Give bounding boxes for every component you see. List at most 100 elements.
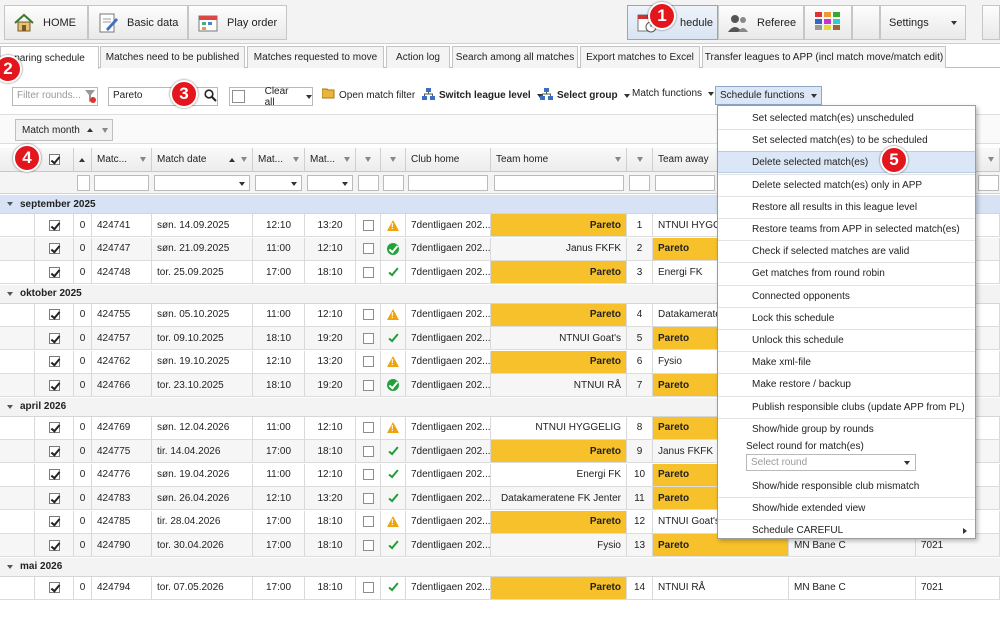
filter-icon[interactable] xyxy=(293,157,299,162)
row-checkbox[interactable] xyxy=(48,266,60,278)
select-group-button[interactable]: Select group xyxy=(540,88,630,103)
filter-icon[interactable] xyxy=(988,157,994,162)
tab-matches-need-publish[interactable]: Matches need to be published xyxy=(100,46,245,68)
menu-item[interactable]: Schedule CAREFUL xyxy=(718,519,975,541)
filter-cell[interactable] xyxy=(494,175,624,191)
menu-item[interactable]: Restore teams from APP in selected match… xyxy=(718,218,975,240)
row-checkbox[interactable] xyxy=(48,469,60,480)
referee-button[interactable]: Referee xyxy=(718,5,804,40)
filter-cell[interactable] xyxy=(358,175,379,191)
menu-item[interactable]: Show/hide group by rounds xyxy=(718,417,975,440)
tab-transfer-leagues[interactable]: Transfer leagues to APP (incl match move… xyxy=(702,46,946,68)
menu-item[interactable]: Get matches from round robin xyxy=(718,262,975,284)
row-checkbox[interactable] xyxy=(48,219,60,231)
menu-item[interactable]: Make xml-file xyxy=(718,351,975,373)
filter-icon[interactable] xyxy=(140,157,146,162)
overflow-button[interactable] xyxy=(982,5,1000,40)
header-status[interactable] xyxy=(381,148,406,171)
filter-icon[interactable] xyxy=(615,157,621,162)
filter-cell[interactable] xyxy=(408,175,488,191)
schedule-functions-button[interactable]: Schedule functions xyxy=(715,86,822,105)
filter-icon[interactable] xyxy=(101,127,108,133)
blank-button[interactable] xyxy=(852,5,880,40)
menu-item[interactable]: Set selected match(es) to be scheduled xyxy=(718,129,975,151)
switch-league-level-button[interactable]: Switch league level xyxy=(422,88,543,103)
group-chip-match-month[interactable]: Match month xyxy=(15,119,113,141)
group-row[interactable]: mai 2026 xyxy=(0,557,1000,577)
menu-item[interactable]: Publish responsible clubs (update APP fr… xyxy=(718,395,975,418)
settings-button[interactable]: Settings xyxy=(880,5,966,40)
filter-icon[interactable] xyxy=(241,157,247,162)
flag-checkbox[interactable] xyxy=(362,219,374,231)
menu-item[interactable]: Show/hide responsible club mismatch xyxy=(718,475,975,497)
tab-search-all-matches[interactable]: Search among all matches xyxy=(452,46,578,68)
flag-checkbox[interactable] xyxy=(362,266,374,278)
menu-item[interactable]: Unlock this schedule xyxy=(718,329,975,351)
home-button[interactable]: HOME xyxy=(4,5,88,40)
tab-export-excel[interactable]: Export matches to Excel xyxy=(580,46,700,68)
header-match-id[interactable]: Matc... xyxy=(92,148,152,171)
select-round-dropdown[interactable]: Select round xyxy=(746,454,916,471)
menu-item[interactable]: Make restore / backup xyxy=(718,373,975,395)
open-match-filter-button[interactable]: Open match filter xyxy=(321,88,415,102)
row-checkbox[interactable] xyxy=(48,379,60,391)
row-checkbox[interactable] xyxy=(48,445,60,457)
header-team-home[interactable]: Team home xyxy=(491,148,627,171)
menu-item[interactable]: Set selected match(es) unscheduled xyxy=(718,107,975,129)
filter-cell[interactable] xyxy=(629,175,650,191)
filter-end-dropdown[interactable] xyxy=(307,175,353,191)
menu-item[interactable]: Connected opponents xyxy=(718,284,975,307)
menu-item[interactable]: Delete selected match(es) xyxy=(718,151,975,174)
collapse-triangle-icon[interactable] xyxy=(7,202,13,206)
filter-start-dropdown[interactable] xyxy=(255,175,302,191)
filter-icon[interactable] xyxy=(636,157,643,162)
select-all-checkbox[interactable] xyxy=(232,90,245,103)
row-checkbox[interactable] xyxy=(48,356,60,367)
row-checkbox[interactable] xyxy=(48,492,60,504)
clear-all-dropdown[interactable]: Clear all xyxy=(229,86,313,108)
play-order-button[interactable]: Play order xyxy=(188,5,287,40)
header-match-end[interactable]: Mat... xyxy=(305,148,356,171)
collapse-triangle-icon[interactable] xyxy=(7,564,13,569)
row-checkbox[interactable] xyxy=(48,309,60,320)
row-checkbox[interactable] xyxy=(48,582,60,593)
menu-item[interactable]: Delete selected match(es) only in APP xyxy=(718,173,975,196)
row-checkbox[interactable] xyxy=(48,332,60,344)
filter-cell[interactable] xyxy=(94,175,149,191)
flag-checkbox[interactable] xyxy=(362,539,374,551)
collapse-triangle-icon[interactable] xyxy=(7,291,13,296)
row-checkbox[interactable] xyxy=(48,422,60,433)
flag-checkbox[interactable] xyxy=(362,332,374,344)
basic-data-button[interactable]: Basic data xyxy=(88,5,188,40)
flag-checkbox[interactable] xyxy=(362,516,374,527)
flag-checkbox[interactable] xyxy=(362,309,374,320)
menu-item[interactable]: Restore all results in this league level xyxy=(718,195,975,218)
row-checkbox[interactable] xyxy=(48,243,60,254)
header-club-home[interactable]: Club home xyxy=(406,148,491,171)
collapse-triangle-icon[interactable] xyxy=(7,404,13,409)
filter-date-dropdown[interactable] xyxy=(154,175,250,191)
header-sort[interactable] xyxy=(74,148,92,171)
match-functions-button[interactable]: Match functions xyxy=(632,88,715,99)
clear-filter-icon[interactable] xyxy=(84,89,96,106)
flag-checkbox[interactable] xyxy=(362,469,374,480)
header-round[interactable] xyxy=(627,148,653,171)
filter-cell[interactable] xyxy=(383,175,404,191)
header-flag[interactable] xyxy=(356,148,381,171)
menu-item[interactable]: Lock this schedule xyxy=(718,306,975,329)
row-checkbox[interactable] xyxy=(48,539,60,551)
team-search-input[interactable]: Pareto xyxy=(108,87,218,106)
menu-item[interactable]: Check if selected matches are valid xyxy=(718,240,975,262)
flag-checkbox[interactable] xyxy=(362,492,374,504)
flag-checkbox[interactable] xyxy=(362,582,374,593)
row-checkbox[interactable] xyxy=(48,516,60,527)
table-row[interactable]: 0 424794 tor. 07.05.2026 17:00 18:10 7dentlig… xyxy=(0,576,1000,600)
flag-checkbox[interactable] xyxy=(362,445,374,457)
filter-icon[interactable] xyxy=(344,157,350,162)
flag-checkbox[interactable] xyxy=(362,356,374,367)
flag-checkbox[interactable] xyxy=(362,379,374,391)
flag-checkbox[interactable] xyxy=(362,243,374,254)
filter-cell[interactable] xyxy=(978,175,999,191)
filter-cell[interactable] xyxy=(77,175,90,191)
filter-icon[interactable] xyxy=(365,157,371,162)
